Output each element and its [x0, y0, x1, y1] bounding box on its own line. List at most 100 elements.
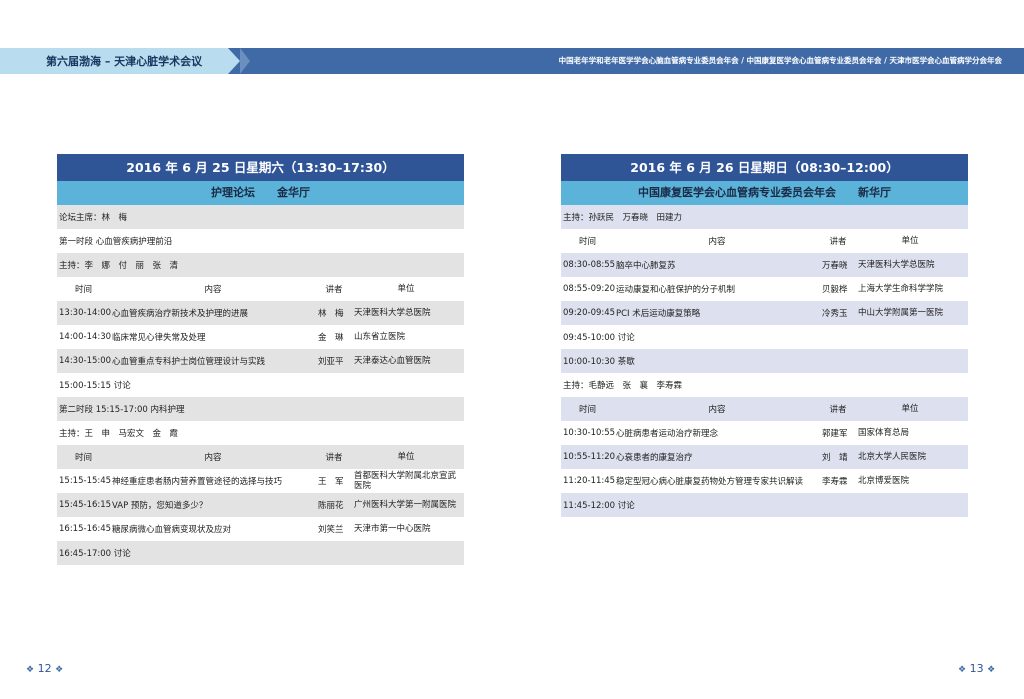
panel-date-title: 2016 年 6 月 26 日星期日（08:30–12:00）	[561, 154, 968, 181]
page-number: 12	[37, 662, 52, 675]
row-time: 16:15-16:45	[59, 524, 112, 534]
schedule-panel-day1: 2016 年 6 月 25 日星期六（13:30–17:30） 护理论坛 金华厅…	[57, 154, 464, 565]
host-label: 主持：孙跃民 万春晓 田建力	[563, 213, 683, 223]
col-time: 时间	[578, 237, 596, 247]
col-unit: 单位	[901, 236, 919, 246]
col-topic: 内容	[708, 405, 726, 415]
row-speaker: 刘 靖	[822, 453, 848, 463]
row-topic: 心血管疾病治疗新技术及护理的进展	[112, 309, 249, 319]
table-row: 15:15-15:45 神经重症患者肠内营养置管途径的选择与技巧 王 军 首都医…	[57, 469, 464, 493]
conference-title: 第六届渤海 – 天津心脏学术会议	[46, 55, 203, 68]
row-topic: 脑卒中心肺复苏	[616, 261, 676, 271]
table-row: 15:45-16:15 VAP 预防，您知道多少？ 陈丽花 广州医科大学第一附属…	[57, 493, 464, 517]
row-unit: 山东省立医院	[354, 332, 406, 342]
discussion-row: 15:00-15:15 讨论	[57, 373, 464, 397]
col-speaker: 讲者	[829, 237, 847, 247]
page-number-right: ❖ 13 ❖	[958, 662, 995, 675]
discussion-row: 16:45-17:00 讨论	[57, 541, 464, 565]
session-label: 第二时段 15:15-17:00 内科护理	[59, 405, 185, 415]
row-unit: 北京大学人民医院	[858, 452, 927, 462]
column-header-row: 时间 内容 讲者 单位	[57, 277, 464, 301]
row-time: 10:30-10:55	[563, 428, 616, 438]
row-speaker: 王 军	[318, 477, 344, 487]
row-unit: 首都医科大学附属北京宣武医院	[354, 471, 457, 491]
row-speaker: 郭建军	[822, 429, 848, 439]
row-time: 11:20-11:45	[563, 476, 616, 486]
host-row: 主持：毛静远 张 襄 李寿霖	[561, 373, 968, 397]
row-time: 15:45-16:15	[59, 500, 112, 510]
table-row: 16:15-16:45 糖尿病微心血管病变现状及应对 刘笑兰 天津市第一中心医院	[57, 517, 464, 541]
row-topic: 心血管重点专科护士岗位管理设计与实践	[112, 357, 266, 367]
discussion-label: 11:45-12:00 讨论	[563, 501, 635, 511]
page-number-left: ❖ 12 ❖	[26, 662, 63, 675]
row-time: 08:30-08:55	[563, 260, 616, 270]
col-unit: 单位	[901, 404, 919, 414]
col-topic: 内容	[204, 285, 222, 295]
row-time: 13:30-14:00	[59, 308, 112, 318]
row-time: 14:00-14:30	[59, 332, 112, 342]
col-time: 时间	[578, 405, 596, 415]
session-row: 第二时段 15:15-17:00 内科护理	[57, 397, 464, 421]
row-speaker: 陈丽花	[318, 501, 344, 511]
row-time: 14:30-15:00	[59, 356, 112, 366]
schedule-panel-day2: 2016 年 6 月 26 日星期日（08:30–12:00） 中国康复医学会心…	[561, 154, 968, 517]
column-header-row: 时间 内容 讲者 单位	[561, 229, 968, 253]
panel-session-title: 中国康复医学会心血管病专业委员会年会 新华厅	[561, 181, 968, 205]
col-unit: 单位	[397, 452, 415, 462]
diamond-icon: ❖	[55, 665, 64, 675]
host-label: 主持：王 申 马宏文 金 霞	[59, 429, 179, 439]
row-topic: 运动康复和心脏保护的分子机制	[616, 285, 736, 295]
table-row: 13:30-14:00 心血管疾病治疗新技术及护理的进展 林 梅 天津医科大学总…	[57, 301, 464, 325]
host-row: 主持：李 娜 付 丽 张 清	[57, 253, 464, 277]
break-row: 10:00-10:30 茶歇	[561, 349, 968, 373]
row-unit: 天津泰达心血管医院	[354, 356, 431, 366]
diamond-icon: ❖	[958, 665, 967, 675]
row-unit: 北京博爱医院	[858, 476, 910, 486]
row-topic: PCI 术后运动康复策略	[616, 309, 701, 319]
row-topic: 神经重症患者肠内营养置管途径的选择与技巧	[112, 477, 283, 487]
row-speaker: 万春晓	[822, 261, 848, 271]
row-speaker: 林 梅	[318, 309, 344, 319]
session-row: 第一时段 心血管疾病护理前沿	[57, 229, 464, 253]
panel-session-title: 护理论坛 金华厅	[57, 181, 464, 205]
table-row: 09:20-09:45 PCI 术后运动康复策略 冷秀玉 中山大学附属第一医院	[561, 301, 968, 325]
host-row: 主持：王 申 马宏文 金 霞	[57, 421, 464, 445]
table-row: 08:55-09:20 运动康复和心脏保护的分子机制 贝毅桦 上海大学生命科学学…	[561, 277, 968, 301]
row-time: 09:20-09:45	[563, 308, 616, 318]
table-row: 14:00-14:30 临床常见心律失常及处理 金 琳 山东省立医院	[57, 325, 464, 349]
col-topic: 内容	[708, 237, 726, 247]
col-speaker: 讲者	[829, 405, 847, 415]
diamond-icon: ❖	[26, 665, 35, 675]
row-topic: 心脏病患者运动治疗新理念	[616, 429, 719, 439]
panel-date-title: 2016 年 6 月 25 日星期六（13:30–17:30）	[57, 154, 464, 181]
row-unit: 中山大学附属第一医院	[858, 308, 944, 318]
col-unit: 单位	[397, 284, 415, 294]
row-topic: 糖尿病微心血管病变现状及应对	[112, 525, 232, 535]
forum-chair: 论坛主席：林 梅	[59, 213, 128, 223]
row-speaker: 贝毅桦	[822, 285, 848, 295]
row-time: 10:55-11:20	[563, 452, 616, 462]
host-label: 主持：李 娜 付 丽 张 清	[59, 261, 179, 271]
row-speaker: 金 琳	[318, 333, 344, 343]
row-unit: 天津市第一中心医院	[354, 524, 431, 534]
table-row: 08:30-08:55 脑卒中心肺复苏 万春晓 天津医科大学总医院	[561, 253, 968, 277]
discussion-label: 16:45-17:00 讨论	[59, 549, 131, 559]
session-label: 第一时段 心血管疾病护理前沿	[59, 237, 173, 247]
table-row: 11:20-11:45 稳定型冠心病心脏康复药物处方管理专家共识解读 李寿霖 北…	[561, 469, 968, 493]
row-speaker: 冷秀玉	[822, 309, 848, 319]
table-row: 14:30-15:00 心血管重点专科护士岗位管理设计与实践 刘亚平 天津泰达心…	[57, 349, 464, 373]
row-topic: VAP 预防，您知道多少？	[112, 501, 208, 511]
row-speaker: 李寿霖	[822, 477, 848, 487]
row-time: 15:15-15:45	[59, 476, 112, 486]
row-unit: 天津医科大学总医院	[354, 308, 431, 318]
forum-chair-row: 论坛主席：林 梅	[57, 205, 464, 229]
col-time: 时间	[74, 285, 92, 295]
col-speaker: 讲者	[325, 453, 343, 463]
organizer-line: 中国老年学和老年医学学会心脑血管病专业委员会年会 / 中国康复医学会心血管病专业…	[558, 56, 1002, 65]
col-topic: 内容	[204, 453, 222, 463]
col-speaker: 讲者	[325, 285, 343, 295]
row-unit: 天津医科大学总医院	[858, 260, 935, 270]
column-header-row: 时间 内容 讲者 单位	[57, 445, 464, 469]
row-topic: 临床常见心律失常及处理	[112, 333, 206, 343]
row-unit: 广州医科大学第一附属医院	[354, 500, 457, 510]
